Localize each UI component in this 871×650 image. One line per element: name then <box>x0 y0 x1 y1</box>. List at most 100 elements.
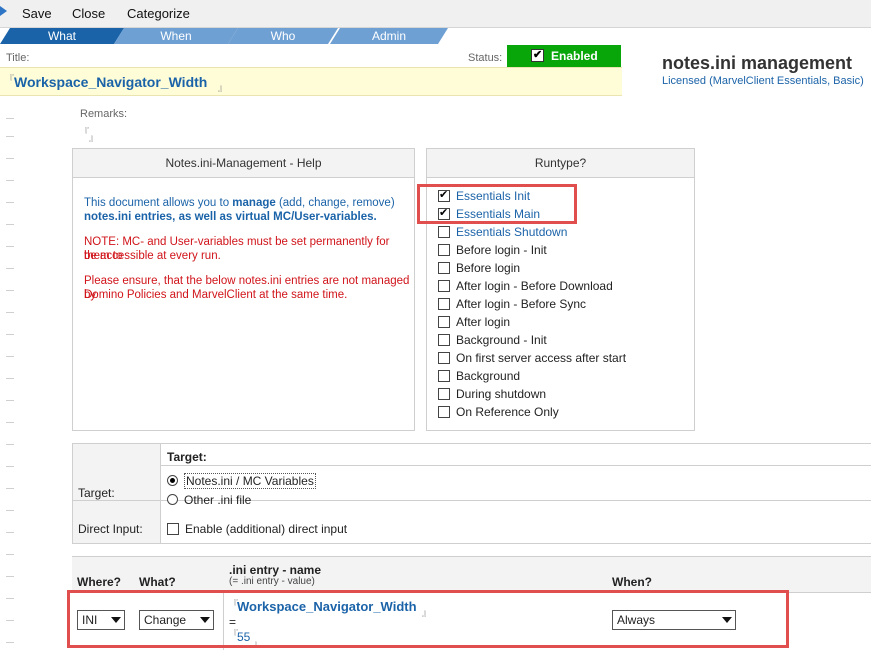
margin-divider <box>6 598 14 599</box>
help-intro-line2: notes.ini entries, as well as virtual MC… <box>84 211 377 223</box>
categorize-button[interactable]: Categorize <box>127 6 190 21</box>
where-select[interactable]: INI <box>77 610 125 630</box>
target-option-other-ini[interactable]: Other .ini file <box>167 493 251 507</box>
status-label: Status: <box>468 52 503 64</box>
field-end-marker: 』 <box>218 83 228 93</box>
runtype-first-server-access[interactable]: On first server access after start <box>438 351 626 369</box>
margin-divider <box>6 554 14 555</box>
entry-row: INI Change 『 Workspace_Navigator_Width 』… <box>72 593 871 650</box>
runtype-essentials-main[interactable]: Essentials Main <box>438 206 540 225</box>
runtype-on-reference-only[interactable]: On Reference Only <box>438 405 559 423</box>
action-toolbar: Save Close Categorize <box>0 0 871 28</box>
title-label: Title: <box>6 52 30 64</box>
status-checkbox-icon <box>531 48 544 62</box>
checkbox-icon <box>438 244 450 256</box>
margin-divider <box>6 532 14 533</box>
when-select[interactable]: Always <box>612 610 736 630</box>
runtype-before-login-init[interactable]: Before login - Init <box>438 243 547 261</box>
runtype-essentials-shutdown[interactable]: Essentials Shutdown <box>438 225 567 243</box>
checkbox-icon <box>438 316 450 328</box>
checkbox-icon <box>438 262 450 274</box>
runtype-essentials-init[interactable]: Essentials Init <box>438 188 530 207</box>
help-panel-header: Notes.ini-Management - Help <box>73 149 414 178</box>
entry-name-header: .ini entry - name <box>229 563 322 577</box>
title-field[interactable]: Workspace_Navigator_Width <box>14 74 207 90</box>
field-end-marker: 』 <box>422 608 432 618</box>
column-divider <box>223 593 224 650</box>
section-tabs: What When Who Admin <box>0 28 871 44</box>
margin-divider <box>6 444 14 445</box>
runtype-panel: Runtype? Essentials Init Essentials Main… <box>426 148 695 431</box>
margin-divider <box>6 224 14 225</box>
checkbox-icon <box>438 206 450 220</box>
checkbox-icon <box>438 334 450 346</box>
runtype-before-login[interactable]: Before login <box>438 261 520 279</box>
help-panel: Notes.ini-Management - Help This documen… <box>72 148 415 431</box>
margin-divider <box>6 466 14 467</box>
entry-value-field[interactable]: 55 <box>237 630 250 644</box>
margin-divider <box>6 202 14 203</box>
checkbox-icon <box>438 280 450 292</box>
remarks-field[interactable]: 『』 <box>80 124 280 143</box>
checkbox-icon <box>438 406 450 418</box>
title-field-area: 『 Workspace_Navigator_Width 』 <box>0 67 622 96</box>
margin-divider <box>6 488 14 489</box>
margin-divider <box>6 510 14 511</box>
runtype-after-login-before-download[interactable]: After login - Before Download <box>438 279 613 297</box>
chevron-down-icon <box>111 617 121 623</box>
license-info: Licensed (MarvelClient Essentials, Basic… <box>662 75 864 87</box>
target-row-label: Target: <box>78 486 115 500</box>
tab-admin[interactable]: Admin <box>330 28 448 44</box>
margin-divider <box>6 246 14 247</box>
save-button[interactable]: Save <box>22 6 52 21</box>
margin-divider <box>6 400 14 401</box>
margin-divider <box>6 334 14 335</box>
close-button[interactable]: Close <box>72 6 105 21</box>
checkbox-icon <box>438 188 450 202</box>
runtype-background[interactable]: Background <box>438 369 520 387</box>
status-value: Enabled <box>551 49 598 63</box>
field-end-marker: 』 <box>253 639 263 649</box>
entries-header: Where? What? .ini entry - name (= .ini e… <box>72 556 871 593</box>
margin-divider <box>6 180 14 181</box>
margin-divider <box>6 642 14 643</box>
field-start-marker: 『 <box>5 74 15 84</box>
runtype-panel-header: Runtype? <box>427 149 694 178</box>
margin-divider <box>6 118 14 119</box>
checkbox-icon <box>438 388 450 400</box>
status-toggle[interactable]: Enabled <box>507 45 621 67</box>
tab-who[interactable]: Who <box>228 28 338 44</box>
checkbox-icon <box>438 370 450 382</box>
chevron-down-icon <box>722 617 732 623</box>
runtype-background-init[interactable]: Background - Init <box>438 333 547 351</box>
target-section: Target: Target: Notes.ini / MC Variables… <box>72 443 871 544</box>
what-header: What? <box>139 575 176 589</box>
help-ensure-line2: Domino Policies and MarvelClient at the … <box>84 289 348 301</box>
margin-divider <box>6 290 14 291</box>
margin-divider <box>6 268 14 269</box>
margin-divider <box>6 356 14 357</box>
runtype-after-login[interactable]: After login <box>438 315 510 333</box>
field-start-marker: 『 <box>80 127 90 137</box>
target-header-divider <box>161 465 871 466</box>
target-header: Target: <box>167 450 207 464</box>
margin-divider <box>6 158 14 159</box>
radio-icon <box>167 475 178 486</box>
checkbox-icon <box>167 523 179 535</box>
radio-icon <box>167 494 178 505</box>
toolbar-arrow-icon <box>0 6 7 16</box>
page-title: notes.ini management <box>662 53 853 73</box>
checkbox-icon <box>438 226 450 238</box>
runtype-after-login-before-sync[interactable]: After login - Before Sync <box>438 297 586 315</box>
margin-divider <box>6 378 14 379</box>
runtype-during-shutdown[interactable]: During shutdown <box>438 387 546 405</box>
margin-divider <box>6 136 14 137</box>
direct-input-label: Direct Input: <box>78 522 143 536</box>
tab-what[interactable]: What <box>0 28 124 44</box>
what-select[interactable]: Change <box>139 610 214 630</box>
entry-name-field[interactable]: Workspace_Navigator_Width <box>237 599 417 614</box>
target-option-notes-ini[interactable]: Notes.ini / MC Variables <box>167 473 316 489</box>
tab-when[interactable]: When <box>114 28 238 44</box>
direct-input-checkbox[interactable]: Enable (additional) direct input <box>167 522 347 536</box>
checkbox-icon <box>438 352 450 364</box>
